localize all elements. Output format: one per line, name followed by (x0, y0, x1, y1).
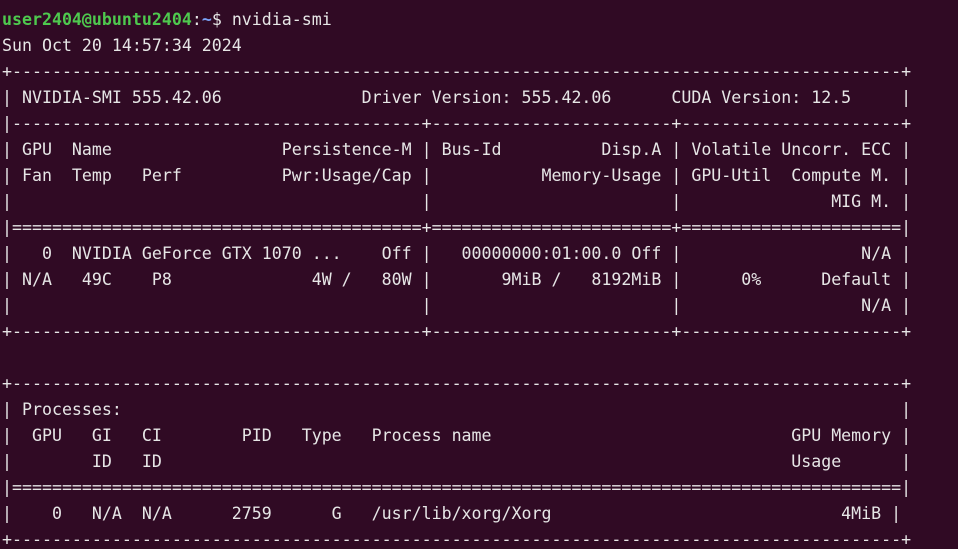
processes-border-top: +---------------------------------------… (2, 374, 912, 393)
gpu-header-line-1: | GPU Name Persistence-M | Bus-Id Disp.A… (2, 140, 912, 159)
processes-border-bottom: +---------------------------------------… (2, 530, 912, 547)
prompt-symbol: $ (211, 10, 232, 29)
processes-header-line-1: | GPU GI CI PID Type Process name GPU Me… (2, 426, 912, 445)
prompt-line: user2404@ubuntu2404:~$ nvidia-smi (2, 7, 952, 33)
gpu-row-line-1: | 0 NVIDIA GeForce GTX 1070 ... Off | 00… (2, 244, 912, 263)
table-border-top: +---------------------------------------… (2, 62, 912, 81)
timestamp-line: Sun Oct 20 14:57:34 2024 (2, 36, 242, 55)
command-text: nvidia-smi (231, 10, 332, 29)
gpu-header-separator: |=======================================… (2, 218, 912, 237)
prompt-path: ~ (201, 10, 212, 29)
prompt-user-host: user2404@ubuntu2404 (2, 10, 192, 29)
gpu-header-line-3: | | | MIG M. | (2, 192, 912, 211)
processes-header-line-2: | ID ID Usage | (2, 452, 912, 471)
gpu-row-line-3: | | | N/A | (2, 296, 912, 315)
prompt-colon: : (191, 10, 202, 29)
processes-header-separator: |=======================================… (2, 478, 912, 497)
processes-title-line: | Processes: | (2, 400, 912, 419)
terminal-window[interactable]: user2404@ubuntu2404:~$ nvidia-smi Sun Oc… (2, 7, 952, 547)
table-divider: |---------------------------------------… (2, 114, 912, 133)
version-line: | NVIDIA-SMI 555.42.06 Driver Version: 5… (2, 88, 912, 107)
gpu-row-line-2: | N/A 49C P8 4W / 80W | 9MiB / 8192MiB |… (2, 270, 912, 289)
table-border-bottom: +---------------------------------------… (2, 322, 912, 341)
gpu-header-line-2: | Fan Temp Perf Pwr:Usage/Cap | Memory-U… (2, 166, 912, 185)
process-row: | 0 N/A N/A 2759 G /usr/lib/xorg/Xorg 4M… (2, 504, 902, 523)
